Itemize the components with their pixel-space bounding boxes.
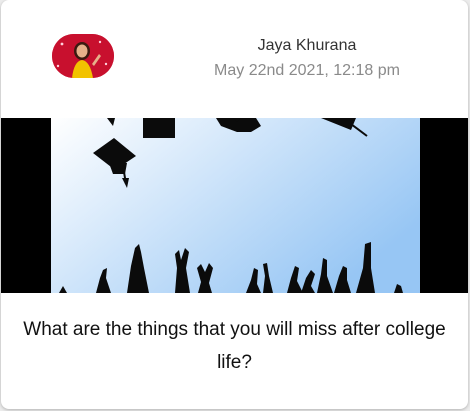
post-header: Jaya Khurana May 22nd 2021, 12:18 pm <box>1 0 468 118</box>
avatar-photo-icon <box>52 34 114 78</box>
author-name[interactable]: Jaya Khurana <box>171 36 443 56</box>
graduation-caps-icon <box>51 118 420 293</box>
post-card: Jaya Khurana May 22nd 2021, 12:18 pm Wha… <box>1 0 468 409</box>
post-image[interactable] <box>1 118 468 293</box>
author-avatar[interactable] <box>52 34 114 78</box>
post-date: May 22nd 2021, 12:18 pm <box>214 62 400 79</box>
post-meta: Jaya Khurana May 22nd 2021, 12:18 pm <box>171 36 443 81</box>
post-question: What are the things that you will miss a… <box>23 319 446 373</box>
